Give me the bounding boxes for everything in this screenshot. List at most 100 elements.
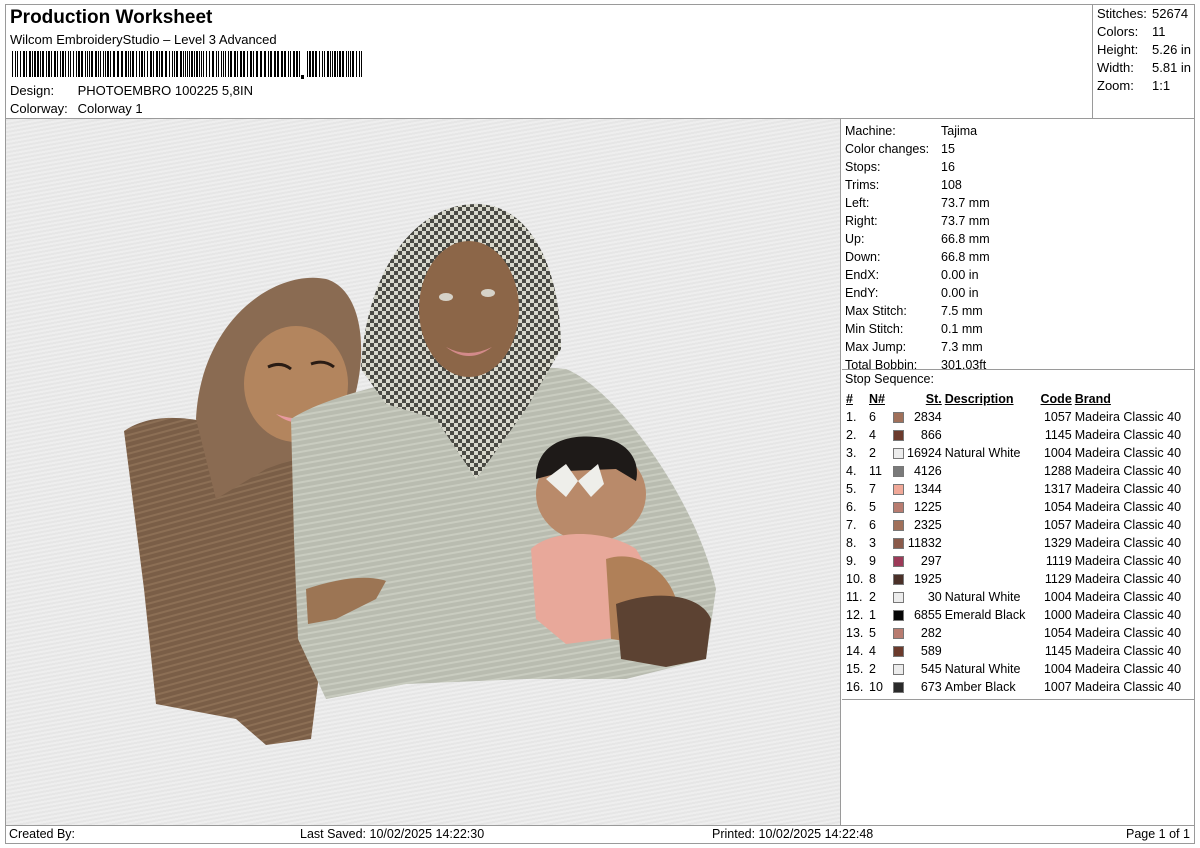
stitch-count-cell: 589 [920, 644, 942, 658]
table-row: 4. 11 4126 1288 Madeira Classic 40 [844, 462, 1194, 480]
needle-number-cell: 3 [869, 536, 876, 550]
color-swatch-icon [893, 520, 904, 532]
color-swatch-icon [893, 682, 904, 694]
design-label: Design: [10, 83, 55, 98]
color-swatch-icon [893, 502, 904, 514]
thread-code-cell: 1054 [1043, 626, 1072, 640]
stat-label: Zoom: [1097, 78, 1134, 93]
needle-number-cell: 6 [869, 518, 876, 532]
machine-info-row: Stops: 16 [845, 158, 955, 176]
color-swatch-icon [893, 664, 904, 676]
stop-index-cell: 6. [846, 500, 857, 514]
table-row: 16. 10 673 Amber Black 1007 Madeira Classic 4… [844, 678, 1194, 696]
machine-info-row: Right: 73.7 mm [845, 212, 990, 230]
stat-label: Height: [1097, 42, 1139, 57]
swatch-cell [891, 660, 907, 678]
machine-info-value: 0.00 in [941, 286, 979, 300]
thread-code-cell: 1057 [1043, 518, 1072, 532]
machine-info-row: Up: 66.8 mm [845, 230, 990, 248]
stitch-count-cell: 4126 [913, 464, 942, 478]
col-description: Description [944, 392, 1014, 406]
thread-description-cell: Natural White [944, 446, 1021, 460]
stop-index-cell: 4. [846, 464, 857, 478]
swatch-cell [891, 588, 907, 606]
color-swatch-icon [893, 448, 904, 460]
thread-brand-cell: Madeira Classic 40 [1074, 518, 1182, 532]
machine-info-row: EndX: 0.00 in [845, 266, 979, 284]
needle-number-cell: 2 [869, 446, 876, 460]
last-saved: Last Saved: 10/02/2025 14:22:30 [300, 827, 485, 841]
table-row: 13. 5 282 1054 Madeira Classic 40 [844, 624, 1194, 642]
stop-index-cell: 2. [846, 428, 857, 442]
machine-info-value: 0.1 mm [941, 322, 983, 336]
machine-info-label: Left: [845, 196, 870, 210]
thread-code-cell: 1004 [1043, 662, 1072, 676]
thread-description-cell [945, 624, 1037, 642]
swatch-cell [891, 444, 907, 462]
machine-info-label: Up: [845, 232, 865, 246]
table-row: 8. 3 11832 1329 Madeira Classic 40 [844, 534, 1194, 552]
thread-brand-cell: Madeira Classic 40 [1074, 482, 1182, 496]
machine-info-value: 66.8 mm [941, 232, 990, 246]
color-swatch-icon [893, 574, 904, 586]
swatch-cell [891, 516, 907, 534]
needle-number-cell: 4 [869, 428, 876, 442]
table-row: 9. 9 297 1119 Madeira Classic 40 [844, 552, 1194, 570]
table-row: 11. 2 30 Natural White 1004 Madeira Classic 4… [844, 588, 1194, 606]
table-row: 10. 8 1925 1129 Madeira Classic 40 [844, 570, 1194, 588]
stop-index-cell: 9. [846, 554, 857, 568]
machine-info-value: 7.5 mm [941, 304, 983, 318]
stitch-count-cell: 545 [920, 662, 942, 676]
stop-index-cell: 14. [846, 644, 864, 658]
swatch-cell [891, 426, 907, 444]
info-divider [842, 369, 1195, 370]
machine-info-row: Max Jump: 7.3 mm [845, 338, 983, 356]
thread-description-cell [945, 462, 1037, 480]
table-row: 15. 2 545 Natural White 1004 Madeira Classic … [844, 660, 1194, 678]
created-by: Created By: [9, 827, 76, 841]
machine-info-label: Down: [845, 250, 881, 264]
colorway-row: Colorway: Colorway 1 [10, 101, 143, 116]
stat-label: Stitches: [1097, 6, 1147, 21]
stat-row: Colors: 11 [1097, 24, 1166, 39]
machine-info-row: Max Stitch: 7.5 mm [845, 302, 983, 320]
table-row: 1. 6 2834 1057 Madeira Classic 40 [844, 408, 1194, 426]
machine-info-label: Stops: [845, 160, 881, 174]
thread-description-cell [945, 534, 1037, 552]
thread-brand-cell: Madeira Classic 40 [1074, 590, 1182, 604]
needle-number-cell: 1 [869, 608, 876, 622]
machine-info-row: Down: 66.8 mm [845, 248, 990, 266]
thread-code-cell: 1145 [1044, 644, 1072, 658]
color-swatch-icon [893, 556, 904, 568]
col-stitches: St. [925, 392, 942, 406]
col-index: # [846, 392, 853, 406]
thread-description-cell [945, 498, 1037, 516]
design-row: Design: PHOTOEMBRO 100225 5,8IN [10, 83, 253, 98]
needle-number-cell: 5 [869, 626, 876, 640]
stop-index-cell: 3. [846, 446, 857, 460]
thread-description-cell: Emerald Black [944, 608, 1026, 622]
thread-brand-cell: Madeira Classic 40 [1074, 410, 1182, 424]
color-swatch-icon [893, 610, 904, 622]
stat-row: Width: 5.81 in [1097, 60, 1191, 75]
swatch-cell [891, 624, 907, 642]
design-preview [6, 119, 841, 825]
machine-info-value: Tajima [941, 124, 978, 138]
thread-code-cell: 1129 [1044, 572, 1072, 586]
swatch-cell [891, 534, 907, 552]
thread-code-cell: 1004 [1043, 590, 1072, 604]
machine-info-row: EndY: 0.00 in [845, 284, 979, 302]
footer-divider [6, 825, 1195, 826]
thread-brand-cell: Madeira Classic 40 [1074, 662, 1182, 676]
software-name: Wilcom EmbroideryStudio – Level 3 Advanc… [10, 32, 277, 47]
colorway-value: Colorway 1 [77, 101, 143, 116]
stitch-count-cell: 282 [920, 626, 942, 640]
thread-brand-cell: Madeira Classic 40 [1074, 464, 1182, 478]
swatch-cell [891, 606, 907, 624]
stitch-count-cell: 297 [920, 554, 942, 568]
machine-info-label: Machine: [845, 124, 896, 138]
swatch-cell [891, 642, 907, 660]
machine-info-row: Min Stitch: 0.1 mm [845, 320, 983, 338]
thread-code-cell: 1145 [1044, 428, 1072, 442]
stop-table-header: # N# St. Description Code Brand [844, 390, 1194, 408]
